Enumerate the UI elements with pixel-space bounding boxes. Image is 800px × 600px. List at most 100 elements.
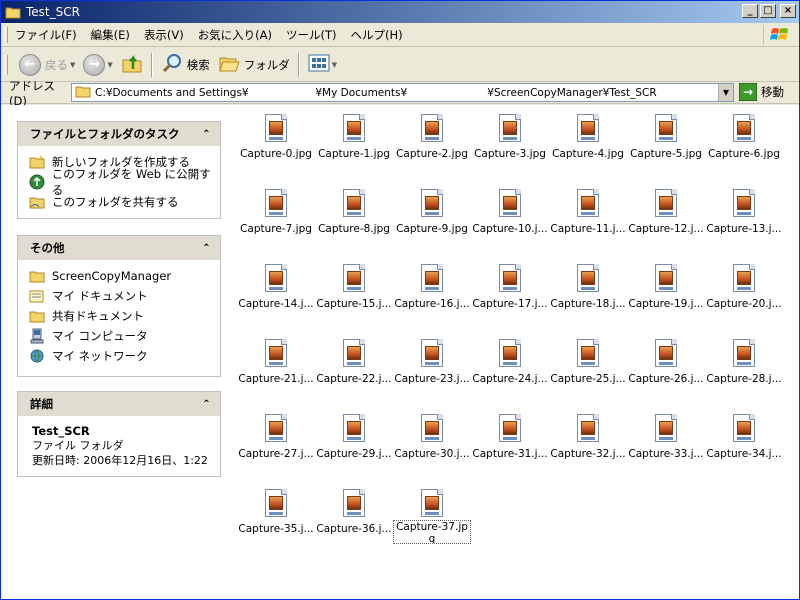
file-item[interactable]: Capture-1.jpg — [315, 107, 393, 169]
menu-grip[interactable] — [5, 27, 8, 43]
views-button[interactable]: ▼ — [304, 51, 341, 79]
window-controls: _ □ × — [742, 4, 796, 18]
minimize-button[interactable]: _ — [742, 4, 758, 18]
collapse-icon[interactable]: ⌃ — [199, 241, 214, 256]
file-item[interactable]: Capture-7.jpg — [237, 182, 315, 244]
jpeg-file-icon — [418, 413, 446, 445]
place-my-computer[interactable]: マイ コンピュータ — [28, 326, 220, 346]
forward-arrow-icon: → — [83, 53, 106, 76]
file-item[interactable]: Capture-15.j... — [315, 257, 393, 319]
file-name: Capture-32.j... — [550, 448, 626, 460]
file-item[interactable]: Capture-37.jpg — [393, 482, 471, 544]
jpeg-file-icon — [496, 263, 524, 295]
file-name: Capture-19.j... — [628, 298, 704, 310]
place-my-documents[interactable]: マイ ドキュメント — [28, 286, 220, 306]
file-item[interactable]: Capture-16.j... — [393, 257, 471, 319]
file-item[interactable]: Capture-28.j... — [705, 332, 783, 394]
search-label: 検索 — [186, 57, 210, 72]
up-button[interactable] — [117, 51, 147, 79]
folders-button[interactable]: フォルダ — [214, 51, 294, 79]
file-name: Capture-30.j... — [394, 448, 470, 460]
collapse-icon[interactable]: ⌃ — [199, 397, 214, 412]
file-item[interactable]: Capture-31.j... — [471, 407, 549, 469]
file-item[interactable]: Capture-23.j... — [393, 332, 471, 394]
file-item[interactable]: Capture-35.j... — [237, 482, 315, 544]
file-item[interactable]: Capture-17.j... — [471, 257, 549, 319]
file-item[interactable]: Capture-34.j... — [705, 407, 783, 469]
other-places-panel: その他 ⌃ ScreenCopyManager マイ ドキュメント 共有ドキュメ… — [17, 235, 221, 377]
file-item[interactable]: Capture-9.jpg — [393, 182, 471, 244]
address-input[interactable]: C:¥Documents and Settings¥ ¥My Documents… — [71, 83, 734, 102]
file-item[interactable]: Capture-32.j... — [549, 407, 627, 469]
file-item[interactable]: Capture-14.j... — [237, 257, 315, 319]
file-item[interactable]: Capture-13.j... — [705, 182, 783, 244]
jpeg-file-icon — [652, 263, 680, 295]
place-shared-documents[interactable]: 共有ドキュメント — [28, 306, 220, 326]
title-bar[interactable]: Test_SCR _ □ × — [1, 1, 799, 23]
jpeg-file-icon — [496, 413, 524, 445]
file-item[interactable]: Capture-30.j... — [393, 407, 471, 469]
file-item[interactable]: Capture-24.j... — [471, 332, 549, 394]
jpeg-file-icon — [262, 188, 290, 220]
place-label: マイ ネットワーク — [52, 349, 148, 363]
place-my-network[interactable]: マイ ネットワーク — [28, 346, 220, 366]
menu-file[interactable]: ファイル(F) — [15, 27, 77, 43]
standard-toolbar: ← 戻る ▼ → ▼ 検索 フォルダ ▼ — [1, 48, 799, 82]
views-dropdown-icon[interactable]: ▼ — [332, 61, 337, 69]
details-header[interactable]: 詳細 ⌃ — [18, 392, 220, 416]
menu-edit[interactable]: 編集(E) — [91, 27, 130, 43]
file-item[interactable]: Capture-10.j... — [471, 182, 549, 244]
file-item[interactable]: Capture-19.j... — [627, 257, 705, 319]
file-item[interactable]: Capture-5.jpg — [627, 107, 705, 169]
folder-icon — [28, 268, 46, 284]
search-button[interactable]: 検索 — [157, 51, 214, 79]
file-item[interactable]: Capture-27.j... — [237, 407, 315, 469]
file-item[interactable]: Capture-4.jpg — [549, 107, 627, 169]
file-name: Capture-5.jpg — [630, 148, 702, 160]
close-button[interactable]: × — [780, 4, 796, 18]
file-item[interactable]: Capture-3.jpg — [471, 107, 549, 169]
jpeg-file-icon — [496, 338, 524, 370]
task-publish-web[interactable]: このフォルダを Web に公開する — [28, 167, 220, 197]
file-item[interactable]: Capture-25.j... — [549, 332, 627, 394]
windows-logo-icon — [763, 25, 795, 45]
file-item[interactable]: Capture-8.jpg — [315, 182, 393, 244]
menu-tools[interactable]: ツール(T) — [286, 27, 337, 43]
place-label: ScreenCopyManager — [52, 269, 172, 283]
file-item[interactable]: Capture-22.j... — [315, 332, 393, 394]
file-name: Capture-14.j... — [238, 298, 314, 310]
collapse-icon[interactable]: ⌃ — [199, 127, 214, 142]
forward-dropdown-icon[interactable]: ▼ — [107, 61, 112, 69]
file-item[interactable]: Capture-21.j... — [237, 332, 315, 394]
file-item[interactable]: Capture-29.j... — [315, 407, 393, 469]
place-screencopymanager[interactable]: ScreenCopyManager — [28, 266, 220, 286]
file-item[interactable]: Capture-18.j... — [549, 257, 627, 319]
file-item[interactable]: Capture-26.j... — [627, 332, 705, 394]
file-item[interactable]: Capture-36.j... — [315, 482, 393, 544]
menu-view[interactable]: 表示(V) — [144, 27, 184, 43]
file-name: Capture-18.j... — [550, 298, 626, 310]
file-item[interactable]: Capture-12.j... — [627, 182, 705, 244]
toolbar-grip[interactable] — [5, 55, 8, 75]
back-button[interactable]: ← 戻る ▼ — [15, 51, 79, 79]
jpeg-file-icon — [730, 413, 758, 445]
maximize-button[interactable]: □ — [760, 4, 776, 18]
jpeg-file-icon — [730, 188, 758, 220]
file-list-view[interactable]: Capture-0.jpg Capture-1.jpg Capture-2.jpg C… — [233, 105, 799, 599]
file-name: Capture-12.j... — [628, 223, 704, 235]
address-dropdown-button[interactable]: ▼ — [718, 84, 733, 101]
file-item[interactable]: Capture-11.j... — [549, 182, 627, 244]
file-item[interactable]: Capture-0.jpg — [237, 107, 315, 169]
file-item[interactable]: Capture-2.jpg — [393, 107, 471, 169]
file-item[interactable]: Capture-6.jpg — [705, 107, 783, 169]
forward-button[interactable]: → ▼ — [79, 51, 116, 79]
menu-help[interactable]: ヘルプ(H) — [351, 27, 403, 43]
other-places-header[interactable]: その他 ⌃ — [18, 236, 220, 260]
back-dropdown-icon[interactable]: ▼ — [70, 61, 75, 69]
go-button[interactable]: → 移動 — [739, 83, 784, 101]
panel-title: 詳細 — [30, 397, 53, 411]
file-item[interactable]: Capture-20.j... — [705, 257, 783, 319]
file-item[interactable]: Capture-33.j... — [627, 407, 705, 469]
menu-favorites[interactable]: お気に入り(A) — [198, 27, 272, 43]
file-folder-tasks-header[interactable]: ファイルとフォルダのタスク ⌃ — [18, 122, 220, 146]
